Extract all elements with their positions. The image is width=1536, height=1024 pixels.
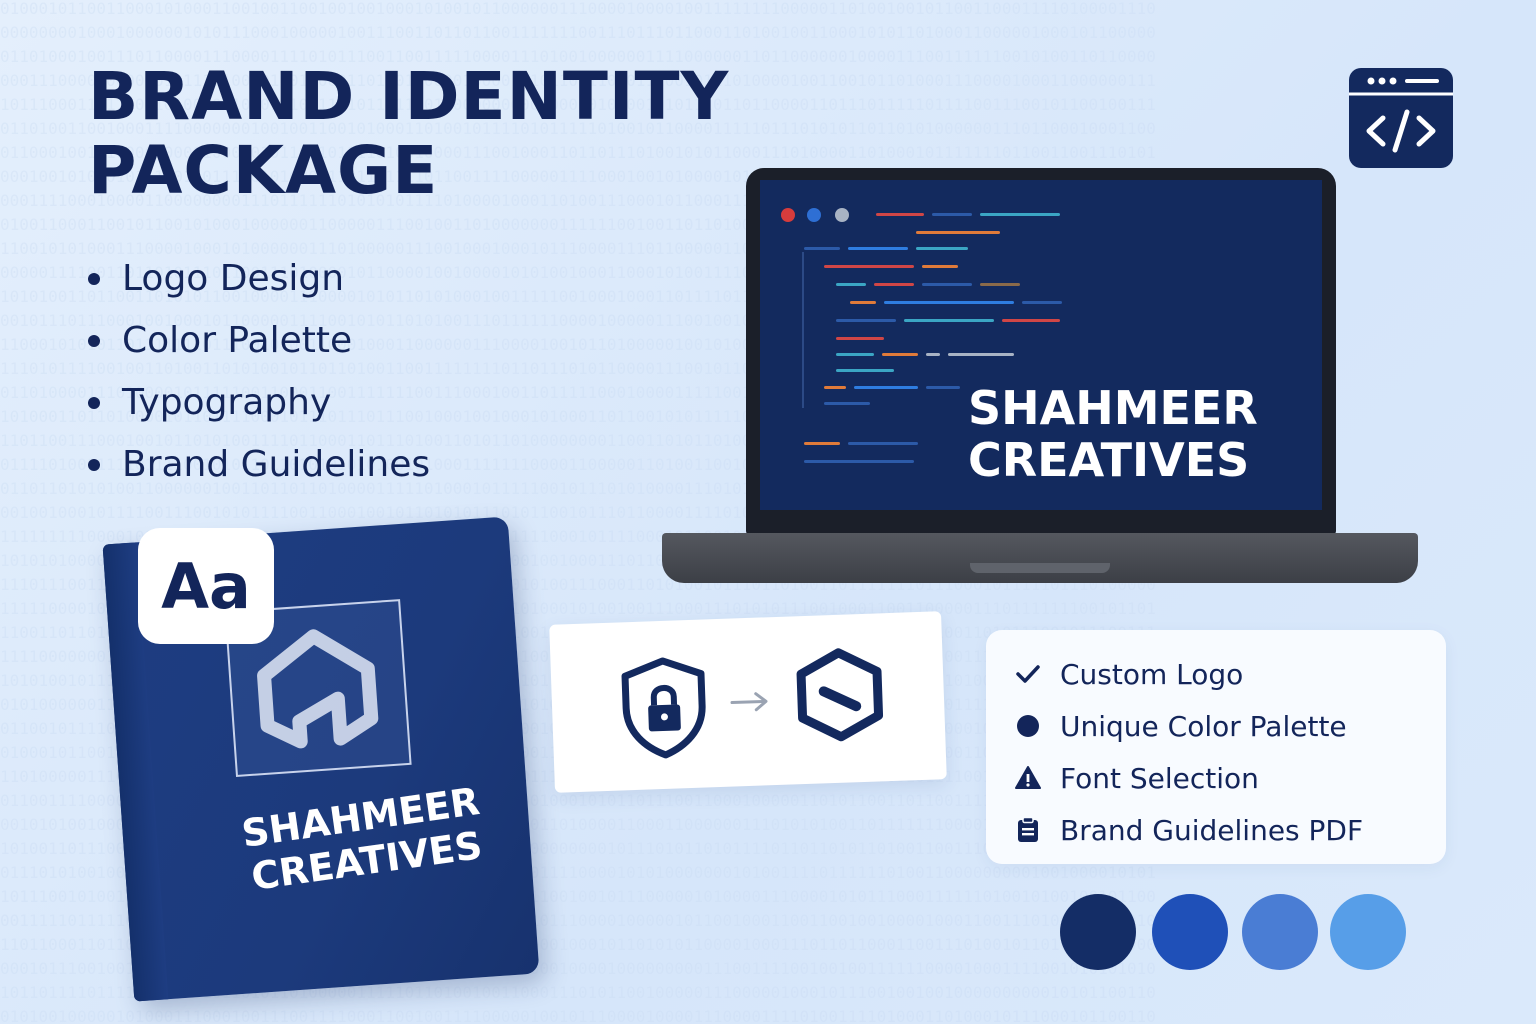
feature-label: Typography <box>122 382 332 423</box>
feature-item: Color Palette <box>88 310 430 372</box>
warning-icon <box>1014 764 1042 792</box>
bullet-icon <box>88 273 100 285</box>
logo-transformation-card <box>549 611 947 793</box>
title-line-1: BRAND IDENTITY <box>88 58 730 135</box>
circle-icon <box>1014 712 1042 740</box>
bullet-icon <box>88 335 100 347</box>
palette-swatch-2 <box>1152 894 1228 970</box>
deliverables-card: Custom Logo Unique Color Palette Font Se… <box>986 630 1446 864</box>
palette-swatch-4 <box>1330 894 1406 970</box>
deliverable-label: Font Selection <box>1060 761 1259 795</box>
feature-item: Typography <box>88 372 430 434</box>
deliverable-item: Custom Logo <box>1014 648 1363 700</box>
laptop-trackpad-notch <box>970 563 1110 573</box>
title-line-2: PACKAGE <box>88 132 439 209</box>
feature-list: Logo Design Color Palette Typography Bra… <box>88 248 430 496</box>
code-window-icon <box>1349 68 1453 168</box>
svg-text:010100100000101000111000100111: 0101001000001010001110001001110011110001… <box>0 1007 1156 1024</box>
laptop-brand-line-1: SHAHMEER <box>968 381 1258 435</box>
arrow-right-icon <box>730 692 768 712</box>
laptop-brand-text: SHAHMEER CREATIVES <box>968 382 1258 486</box>
bullet-icon <box>88 397 100 409</box>
hexagon-logo-icon <box>796 648 884 742</box>
deliverable-label: Custom Logo <box>1060 657 1244 691</box>
typography-badge: Aa <box>138 528 274 644</box>
feature-label: Logo Design <box>122 258 345 299</box>
laptop-brand-line-2: CREATIVES <box>968 433 1250 487</box>
feature-item: Logo Design <box>88 248 430 310</box>
feature-label: Brand Guidelines <box>122 444 431 485</box>
deliverable-item: Unique Color Palette <box>1014 700 1363 752</box>
feature-label: Color Palette <box>122 320 353 361</box>
svg-text:010001011001100010100011001001: 0100010110011000101000110010011001001001… <box>0 0 1156 18</box>
bullet-icon <box>88 459 100 471</box>
deliverable-item: Font Selection <box>1014 752 1363 804</box>
feature-item: Brand Guidelines <box>88 434 430 496</box>
shield-lock-icon <box>621 657 706 759</box>
laptop-base <box>662 533 1418 583</box>
deliverables-list: Custom Logo Unique Color Palette Font Se… <box>1014 648 1363 856</box>
deliverable-label: Brand Guidelines PDF <box>1060 813 1364 847</box>
deliverable-label: Unique Color Palette <box>1060 709 1347 743</box>
palette-swatch-3 <box>1242 894 1318 970</box>
palette-swatch-1 <box>1060 894 1136 970</box>
clipboard-icon <box>1014 816 1042 844</box>
svg-text:000000001000100000010101110001: 0000000010001000000101011100010000010011… <box>0 23 1156 42</box>
page-title: BRAND IDENTITY PACKAGE <box>88 60 729 208</box>
deliverable-item: Brand Guidelines PDF <box>1014 804 1363 856</box>
check-icon <box>1014 660 1042 688</box>
